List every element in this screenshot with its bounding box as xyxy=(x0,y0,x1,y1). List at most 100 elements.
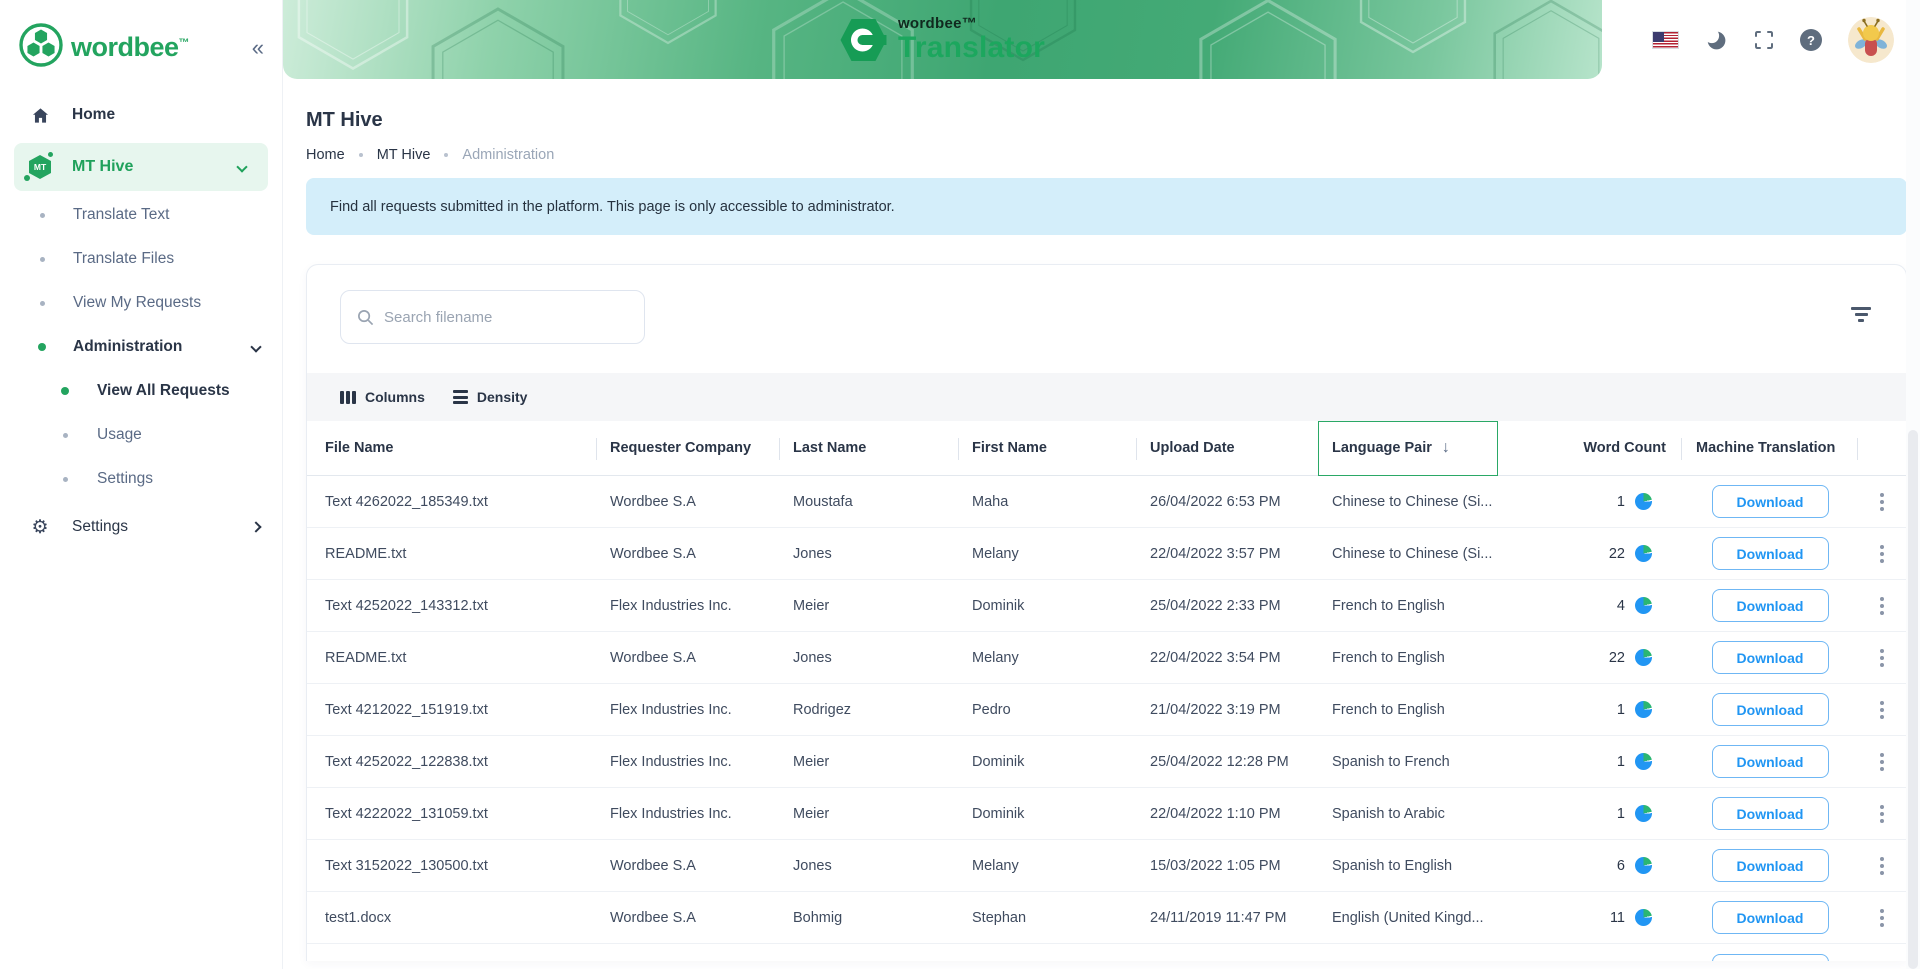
cell-language-pair: Spanish to French xyxy=(1318,736,1498,787)
cell-actions xyxy=(1858,684,1906,735)
sidebar-item-label: Settings xyxy=(97,470,153,488)
pie-chart-icon xyxy=(1635,493,1652,510)
sidebar-item-view-my-requests[interactable]: View My Requests xyxy=(0,281,282,325)
sidebar-item-label: Settings xyxy=(72,518,128,536)
column-header-requester-company[interactable]: Requester Company xyxy=(596,421,779,475)
cell-language-pair: French to English xyxy=(1318,632,1498,683)
sidebar-item-view-all-requests[interactable]: View All Requests xyxy=(0,369,282,413)
filter-icon[interactable] xyxy=(1850,307,1872,325)
download-button[interactable]: Download xyxy=(1712,745,1829,778)
download-button[interactable]: Download xyxy=(1712,797,1829,830)
table-row[interactable]: Text 4212022_151919.txt Flex Industries … xyxy=(307,684,1906,736)
table-row[interactable]: README.txt Wordbee S.A Jones Melany 22/0… xyxy=(307,632,1906,684)
column-header-file-name[interactable]: File Name xyxy=(307,421,596,475)
column-header-upload-date[interactable]: Upload Date xyxy=(1136,421,1318,475)
cell-first-name: Melany xyxy=(958,840,1136,891)
help-icon[interactable]: ? xyxy=(1800,29,1822,51)
kebab-menu-icon[interactable] xyxy=(1876,489,1888,515)
table-row[interactable]: Text 3152022_130500.txt Wordbee S.A Jone… xyxy=(307,840,1906,892)
wordbee-logo-text: wordbee™ xyxy=(71,32,189,63)
download-button[interactable]: Download xyxy=(1712,537,1829,570)
cell-file-name: Text 4252022_122838.txt xyxy=(307,736,596,787)
fullscreen-icon[interactable] xyxy=(1754,30,1774,50)
columns-label: Columns xyxy=(365,389,425,405)
breadcrumb-home[interactable]: Home xyxy=(306,147,345,163)
cell-machine-translation: Download xyxy=(1682,528,1858,579)
sidebar-collapse-icon[interactable]: « xyxy=(248,35,268,61)
table-row[interactable]: test1.docx Wordbee S.A Bohmig Stephan 24… xyxy=(307,892,1906,944)
column-header-first-name[interactable]: First Name xyxy=(958,421,1136,475)
breadcrumb-mt-hive[interactable]: MT Hive xyxy=(377,147,431,163)
sidebar-logo: wordbee™ « xyxy=(0,0,282,93)
kebab-menu-icon[interactable] xyxy=(1876,645,1888,671)
cell-actions xyxy=(1858,632,1906,683)
sort-descending-icon[interactable]: ↓ xyxy=(1442,439,1450,457)
download-button[interactable]: Download xyxy=(1712,849,1829,882)
table-row[interactable]: Text 4252022_143312.txt Flex Industries … xyxy=(307,580,1906,632)
language-flag-icon[interactable] xyxy=(1652,31,1679,49)
cell-language-pair: French to English xyxy=(1318,580,1498,631)
sidebar-item-translate-files[interactable]: Translate Files xyxy=(0,237,282,281)
cell-requester-company: Flex Industries Inc. xyxy=(596,736,779,787)
cell-last-name: Meier xyxy=(779,788,958,839)
dark-mode-moon-icon[interactable] xyxy=(1705,29,1728,52)
column-header-last-name[interactable]: Last Name xyxy=(779,421,958,475)
columns-icon xyxy=(340,391,356,404)
table-row[interactable]: README.txt Wordbee S.A Jones Melany 22/0… xyxy=(307,528,1906,580)
kebab-menu-icon[interactable] xyxy=(1876,801,1888,827)
cell-file-name: README.txt xyxy=(307,632,596,683)
download-button[interactable]: Download xyxy=(1712,954,1829,961)
cell-upload-date: 25/04/2022 2:33 PM xyxy=(1136,580,1318,631)
user-avatar[interactable] xyxy=(1848,17,1894,63)
cell-upload-date: 22/04/2022 3:57 PM xyxy=(1136,528,1318,579)
cell-last-name: Jones xyxy=(779,528,958,579)
sidebar-item-home[interactable]: Home xyxy=(0,93,282,137)
sidebar-item-mt-hive[interactable]: MT MT Hive xyxy=(14,143,268,191)
pie-chart-icon xyxy=(1635,909,1652,926)
download-button[interactable]: Download xyxy=(1712,693,1829,726)
cell-requester-company: Wordbee S.A xyxy=(596,476,779,527)
cell-language-pair: Chinese to Chinese (Si... xyxy=(1318,528,1498,579)
kebab-menu-icon[interactable] xyxy=(1876,905,1888,931)
download-button[interactable]: Download xyxy=(1712,901,1829,934)
pie-chart-icon xyxy=(1635,805,1652,822)
density-button[interactable]: Density xyxy=(453,389,528,405)
table-row[interactable]: Text 4262022_185349.txt Wordbee S.A Mous… xyxy=(307,476,1906,528)
columns-button[interactable]: Columns xyxy=(340,389,425,405)
kebab-menu-icon[interactable] xyxy=(1876,749,1888,775)
column-header-word-count[interactable]: Word Count xyxy=(1498,421,1682,475)
translator-logo: wordbee™ Translator xyxy=(840,15,1045,65)
cell-file-name: README.txt xyxy=(307,528,596,579)
pie-chart-icon xyxy=(1635,597,1652,614)
download-button[interactable]: Download xyxy=(1712,589,1829,622)
chevron-down-icon xyxy=(236,161,247,172)
sidebar-item-usage[interactable]: Usage xyxy=(0,413,282,457)
sidebar-item-settings[interactable]: ⚙ Settings xyxy=(0,505,282,549)
bullet-icon xyxy=(40,213,45,218)
kebab-menu-icon[interactable] xyxy=(1876,593,1888,619)
kebab-menu-icon[interactable] xyxy=(1876,541,1888,567)
search-input[interactable] xyxy=(384,309,624,326)
sidebar-item-translate-text[interactable]: Translate Text xyxy=(0,193,282,237)
table-row[interactable]: Text 4252022_122838.txt Flex Industries … xyxy=(307,736,1906,788)
scrollbar-thumb[interactable] xyxy=(1908,430,1918,969)
pie-chart-icon xyxy=(1635,753,1652,770)
cell-last-name: Moustafa xyxy=(779,476,958,527)
download-button[interactable]: Download xyxy=(1712,485,1829,518)
column-header-machine-translation[interactable]: Machine Translation xyxy=(1682,421,1858,475)
bullet-icon xyxy=(63,477,68,482)
kebab-menu-icon[interactable] xyxy=(1876,697,1888,723)
sidebar-item-settings-sub[interactable]: Settings xyxy=(0,457,282,501)
page-scrollbar[interactable] xyxy=(1906,0,1920,969)
breadcrumb-administration: Administration xyxy=(462,147,554,163)
topbar-actions: ? xyxy=(1652,14,1894,66)
column-header-language-pair[interactable]: Language Pair ↓ xyxy=(1318,421,1498,475)
download-button[interactable]: Download xyxy=(1712,641,1829,674)
sidebar-item-administration[interactable]: Administration xyxy=(0,325,282,369)
cell-requester-company: Wordbee S.A xyxy=(596,840,779,891)
cell-first-name: Melany xyxy=(958,528,1136,579)
cell-machine-translation: Download xyxy=(1682,580,1858,631)
kebab-menu-icon[interactable] xyxy=(1876,853,1888,879)
pie-chart-icon xyxy=(1635,649,1652,666)
table-row[interactable]: Text 4222022_131059.txt Flex Industries … xyxy=(307,788,1906,840)
